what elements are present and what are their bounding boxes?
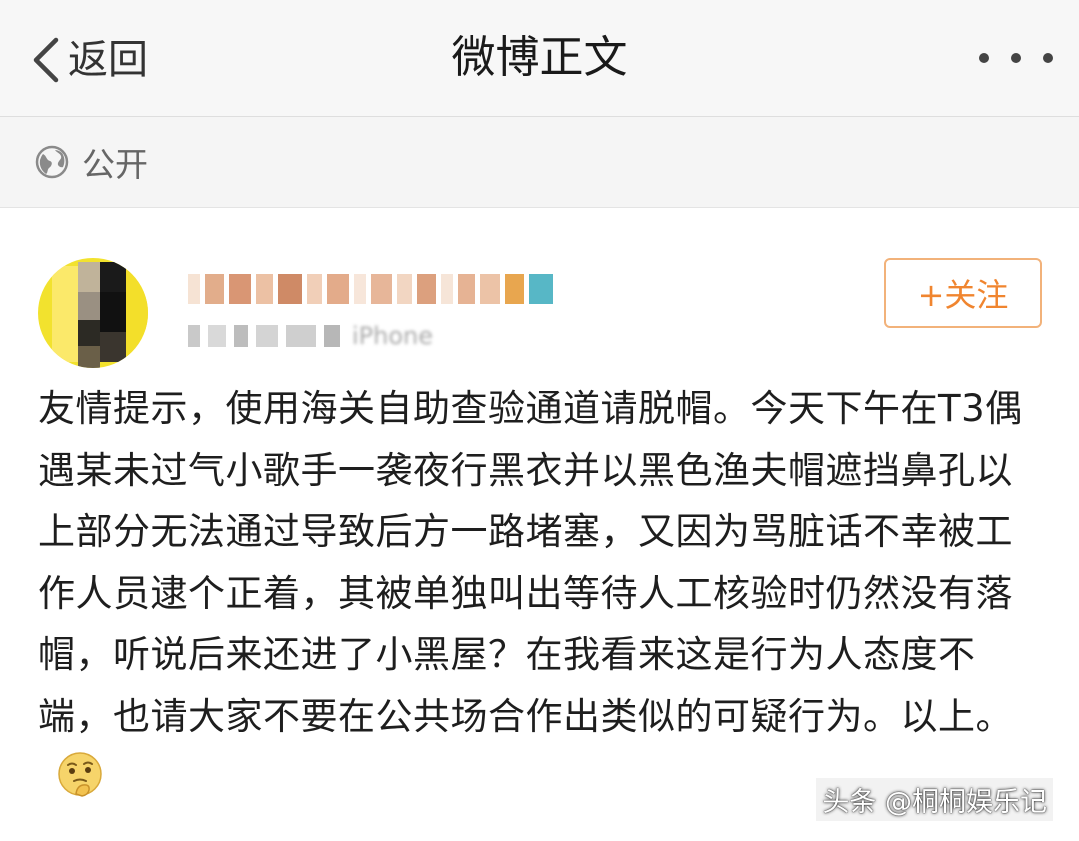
- mosaic-block: [457, 274, 475, 304]
- mosaic-block: [396, 274, 413, 304]
- thinking-emoji: [58, 752, 102, 797]
- visibility-bar: 公开: [0, 117, 1079, 208]
- post-body: 友情提示，使用海关自助查验通道请脱帽。今天下午在T3偶遇某未过气小歌手一袭夜行黑…: [38, 378, 1048, 809]
- username-mosaic[interactable]: [188, 268, 558, 310]
- globe-icon: [35, 145, 69, 179]
- mosaic-block: [371, 274, 392, 304]
- weibo-post: iPhone +关注 友情提示，使用海关自助查验通道请脱帽。今天下午在T3偶遇某…: [0, 208, 1079, 841]
- mosaic-block: [505, 274, 525, 304]
- top-nav-bar: 返回 微博正文: [0, 0, 1079, 117]
- mosaic-block: [228, 274, 251, 304]
- post-source: iPhone: [352, 322, 434, 350]
- back-label: 返回: [68, 37, 148, 83]
- mosaic-block: [324, 325, 340, 347]
- source-watermark: 头条 @桐桐娱乐记: [816, 778, 1053, 821]
- mosaic-block: [479, 274, 501, 304]
- more-dot: [1011, 53, 1021, 63]
- mosaic-block: [327, 274, 350, 304]
- mosaic-block: [354, 274, 367, 304]
- more-options-button[interactable]: [979, 34, 1053, 82]
- back-button[interactable]: 返回: [30, 30, 148, 90]
- mosaic-block: [188, 274, 200, 304]
- mosaic-block: [440, 274, 453, 304]
- mosaic-block: [277, 274, 302, 304]
- follow-button[interactable]: +关注: [884, 258, 1042, 328]
- mosaic-block: [306, 274, 323, 304]
- more-dots-icon: [979, 53, 989, 63]
- mosaic-block: [234, 325, 248, 347]
- mosaic-block: [204, 274, 224, 304]
- more-dot: [1043, 53, 1053, 63]
- avatar[interactable]: [38, 258, 148, 368]
- mosaic-block: [529, 274, 553, 304]
- mosaic-block: [286, 325, 316, 347]
- mosaic-block: [255, 274, 273, 304]
- mosaic-block: [208, 325, 226, 347]
- chevron-left-icon: [33, 37, 59, 83]
- post-text: 友情提示，使用海关自助查验通道请脱帽。今天下午在T3偶遇某未过气小歌手一袭夜行黑…: [38, 387, 1023, 738]
- mosaic-block: [417, 274, 436, 304]
- page-title: 微博正文: [451, 32, 628, 83]
- mosaic-block: [256, 325, 278, 347]
- mosaic-block: [188, 325, 200, 347]
- visibility-label: 公开: [82, 145, 148, 184]
- post-meta: iPhone: [188, 318, 573, 354]
